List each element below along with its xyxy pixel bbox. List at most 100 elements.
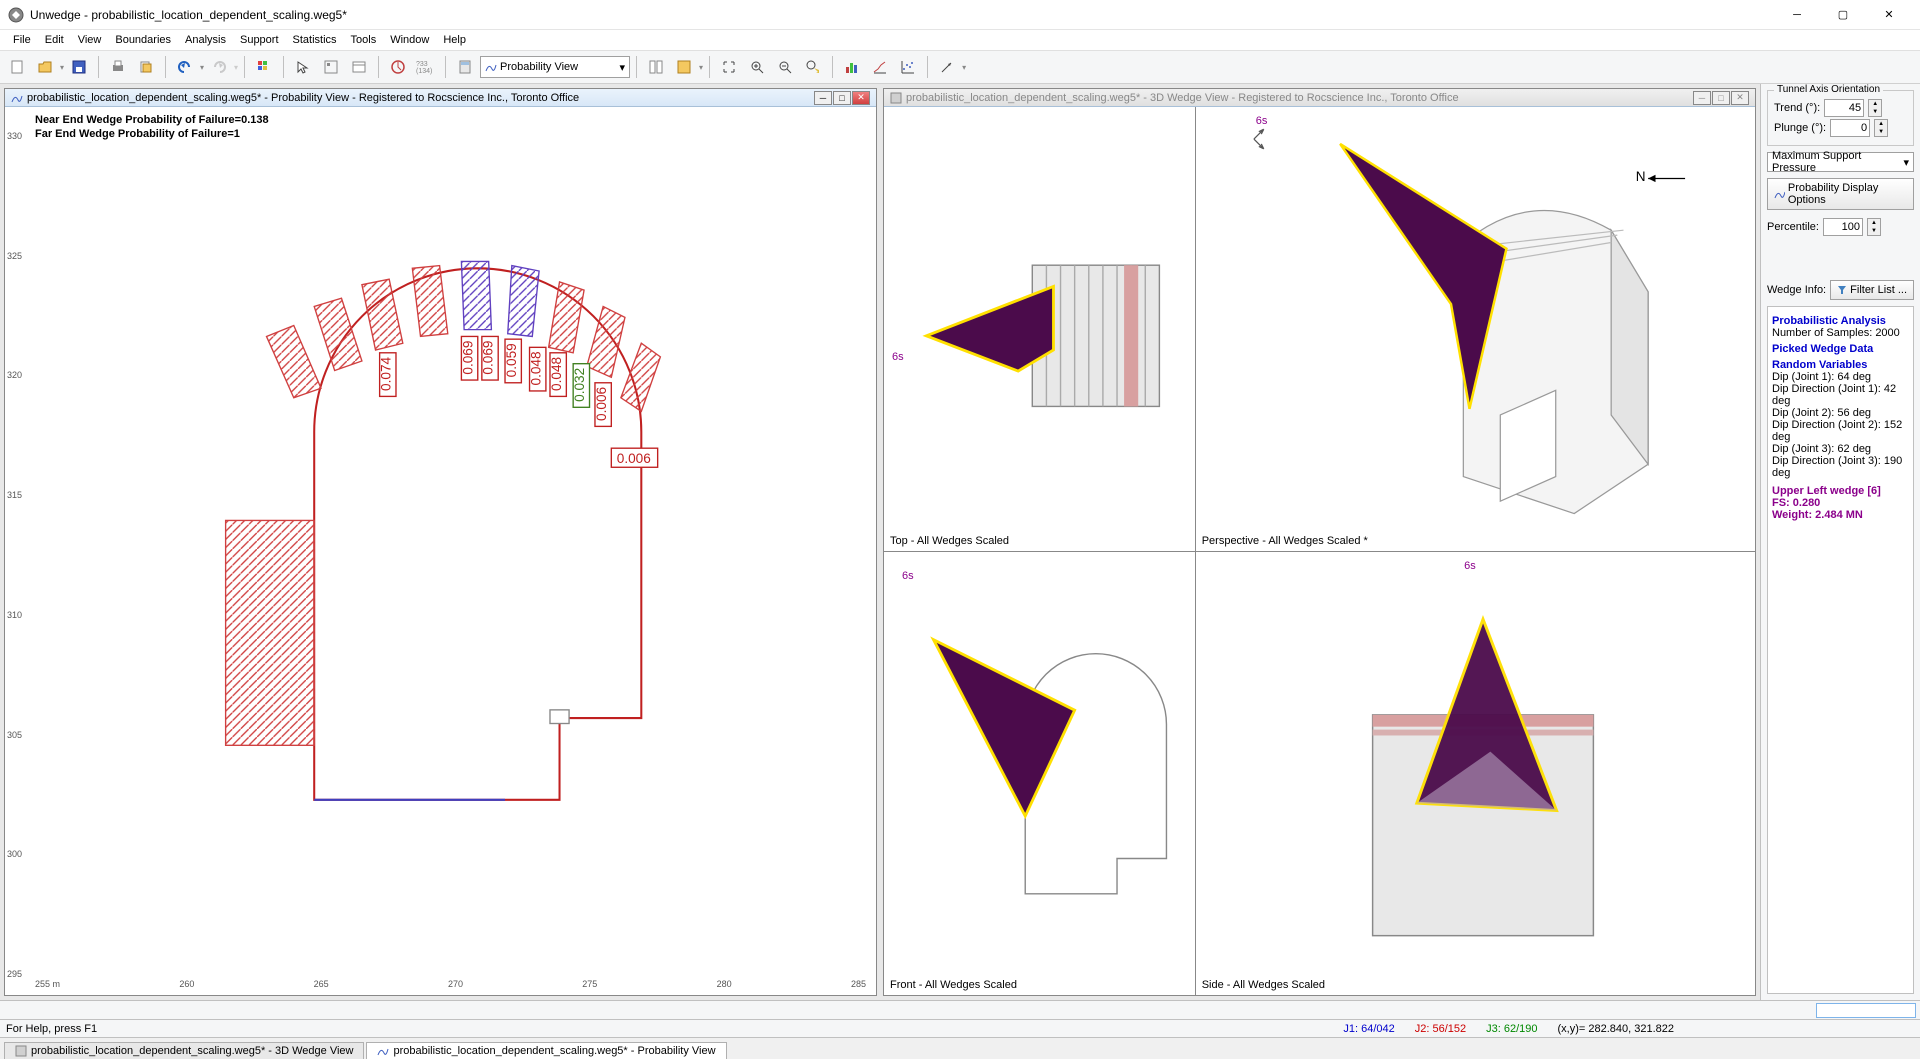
- input-data-button[interactable]: [346, 54, 372, 80]
- trend-input[interactable]: [1824, 99, 1864, 117]
- svg-text:0.048: 0.048: [528, 351, 543, 385]
- minimize-button[interactable]: ─: [1774, 0, 1820, 30]
- svg-text:?33: ?33: [416, 61, 428, 68]
- view-icon: [890, 92, 902, 104]
- top-view-cell[interactable]: 6s Top - All Wedges Scaled: [884, 107, 1195, 551]
- zoom-in-button[interactable]: [744, 54, 770, 80]
- wedge-info-label: Wedge Info:: [1767, 284, 1826, 296]
- probability-display-button[interactable]: Probability Display Options: [1767, 178, 1914, 210]
- calculator-button[interactable]: [452, 54, 478, 80]
- zoom-out-button[interactable]: [772, 54, 798, 80]
- wedge-view-header[interactable]: probabilistic_location_dependent_scaling…: [884, 89, 1755, 107]
- menu-bar: File Edit View Boundaries Analysis Suppo…: [0, 30, 1920, 50]
- tunnel-plot: 0.074 0.069 0.069 0.059 0.048 0.048 0.03…: [35, 132, 866, 977]
- maximize-button[interactable]: ▢: [1820, 0, 1866, 30]
- document-tabs: probabilistic_location_dependent_scaling…: [0, 1037, 1920, 1059]
- tunnel-axis-group: Tunnel Axis Orientation Trend (°): ▲▼ Pl…: [1767, 90, 1914, 146]
- chevron-down-icon: ▾: [620, 61, 626, 74]
- view-icon: [11, 92, 23, 104]
- open-button[interactable]: [32, 54, 58, 80]
- side-view-svg: [1196, 552, 1755, 996]
- svg-text:0.069: 0.069: [460, 341, 475, 375]
- svg-text:0.048: 0.048: [549, 357, 564, 391]
- tab-icon: [377, 1045, 389, 1057]
- close-child-button[interactable]: ✕: [1731, 91, 1749, 105]
- tab-3d-wedge-view[interactable]: probabilistic_location_dependent_scaling…: [4, 1042, 364, 1059]
- maximize-child-button[interactable]: □: [833, 91, 851, 105]
- status-bar: For Help, press F1 J1: 64/042 J2: 56/152…: [0, 1019, 1920, 1037]
- filter-icon: [1837, 285, 1847, 295]
- front-view-cell[interactable]: 6s Front - All Wedges Scaled: [884, 552, 1195, 996]
- toolbar: ▾ ▾ ▾ ?33(134) Probability View ▾ ▾ ▾: [0, 50, 1920, 84]
- maximize-child-button[interactable]: □: [1712, 91, 1730, 105]
- scatter-button[interactable]: [895, 54, 921, 80]
- close-button[interactable]: ✕: [1866, 0, 1912, 30]
- menu-statistics[interactable]: Statistics: [286, 32, 344, 48]
- undo-button[interactable]: [172, 54, 198, 80]
- side-panel: Tunnel Axis Orientation Trend (°): ▲▼ Pl…: [1760, 84, 1920, 1000]
- y-axis-ruler: 330325320315310305300295: [7, 127, 29, 975]
- probability-view-window: probabilistic_location_dependent_scaling…: [4, 88, 877, 996]
- redo-button[interactable]: [206, 54, 232, 80]
- print-button[interactable]: [105, 54, 131, 80]
- select-button[interactable]: [290, 54, 316, 80]
- status-xy: (x,y)= 282.840, 321.822: [1558, 1023, 1675, 1035]
- svg-text:0.032: 0.032: [572, 368, 587, 402]
- command-input[interactable]: [1816, 1003, 1916, 1018]
- menu-help[interactable]: Help: [436, 32, 473, 48]
- tile-view-button[interactable]: [671, 54, 697, 80]
- percentile-spinner[interactable]: ▲▼: [1867, 218, 1881, 236]
- side-view-cell[interactable]: 6s Side - All Wedges Scaled: [1196, 552, 1755, 996]
- copy-button[interactable]: [133, 54, 159, 80]
- perspective-view-label: Perspective - All Wedges Scaled *: [1202, 535, 1368, 547]
- save-button[interactable]: [66, 54, 92, 80]
- menu-window[interactable]: Window: [383, 32, 436, 48]
- plunge-spinner[interactable]: ▲▼: [1874, 119, 1888, 137]
- zoom-extents-button[interactable]: [716, 54, 742, 80]
- menu-tools[interactable]: Tools: [344, 32, 384, 48]
- svg-text:0.006: 0.006: [594, 387, 609, 421]
- probability-view-body[interactable]: Near End Wedge Probability of Failure=0.…: [5, 107, 876, 995]
- new-button[interactable]: [4, 54, 30, 80]
- side-view-label: Side - All Wedges Scaled: [1202, 979, 1325, 991]
- status-j3: J3: 62/190: [1486, 1023, 1537, 1035]
- minimize-child-button[interactable]: ─: [1693, 91, 1711, 105]
- wedge-view-window: probabilistic_location_dependent_scaling…: [883, 88, 1756, 996]
- title-bar: Unwedge - probabilistic_location_depende…: [0, 0, 1920, 30]
- front-view-svg: [884, 552, 1195, 996]
- settings-button[interactable]: [318, 54, 344, 80]
- curve-icon: [1774, 188, 1785, 200]
- menu-boundaries[interactable]: Boundaries: [108, 32, 178, 48]
- filter-list-button[interactable]: Filter List ...: [1830, 280, 1914, 300]
- status-help: For Help, press F1: [6, 1023, 1323, 1035]
- wedge-view-body: 6s Top - All Wedges Scaled 6s: [884, 107, 1755, 995]
- close-child-button[interactable]: ✕: [852, 91, 870, 105]
- view-combo[interactable]: Probability View ▾: [480, 56, 630, 78]
- compute-button[interactable]: [385, 54, 411, 80]
- stats-button[interactable]: ?33(134): [413, 54, 439, 80]
- menu-file[interactable]: File: [6, 32, 38, 48]
- cumulative-button[interactable]: [867, 54, 893, 80]
- histogram-button[interactable]: [839, 54, 865, 80]
- probability-view-header[interactable]: probabilistic_location_dependent_scaling…: [5, 89, 876, 107]
- percentile-input[interactable]: [1823, 218, 1863, 236]
- grid-button[interactable]: [251, 54, 277, 80]
- menu-edit[interactable]: Edit: [38, 32, 71, 48]
- trend-spinner[interactable]: ▲▼: [1868, 99, 1882, 117]
- perspective-view-svg: N: [1196, 107, 1755, 551]
- tab-probability-view[interactable]: probabilistic_location_dependent_scaling…: [366, 1042, 726, 1059]
- app-icon: [8, 7, 24, 23]
- menu-view[interactable]: View: [71, 32, 109, 48]
- minimize-child-button[interactable]: ─: [814, 91, 832, 105]
- status-j2: J2: 56/152: [1415, 1023, 1466, 1035]
- perspective-view-cell[interactable]: 6s N: [1196, 107, 1755, 551]
- arrow-button[interactable]: [934, 54, 960, 80]
- plunge-input[interactable]: [1830, 119, 1870, 137]
- display-options-button[interactable]: [643, 54, 669, 80]
- support-pressure-combo[interactable]: Maximum Support Pressure▾: [1767, 152, 1914, 172]
- svg-text:0.006: 0.006: [617, 451, 651, 466]
- zoom-window-button[interactable]: [800, 54, 826, 80]
- menu-analysis[interactable]: Analysis: [178, 32, 233, 48]
- menu-support[interactable]: Support: [233, 32, 286, 48]
- command-input-bar: [0, 1000, 1920, 1019]
